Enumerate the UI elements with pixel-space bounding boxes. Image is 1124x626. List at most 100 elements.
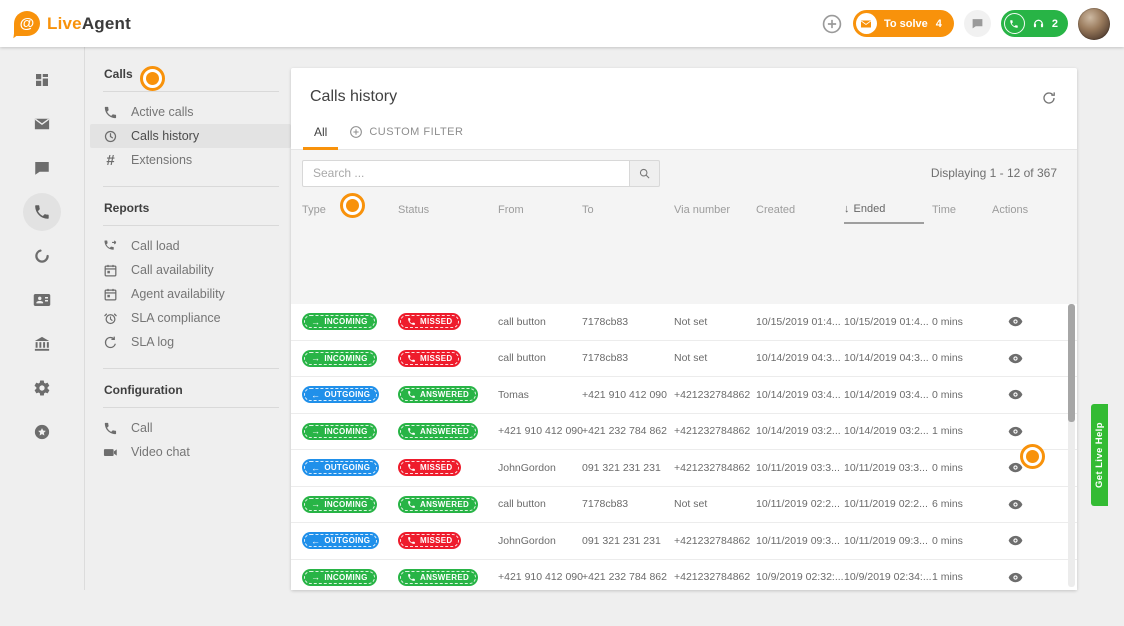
phone-icon <box>407 463 416 472</box>
view-call-button[interactable] <box>1008 570 1023 585</box>
pagination-info: Displaying 1 - 12 of 367 <box>931 166 1057 180</box>
table-header: TypeStatusFromToVia numberCreated↓EndedT… <box>291 196 1077 224</box>
cell-from: call button <box>498 352 582 364</box>
badge-incoming: →INCOMING <box>302 569 377 586</box>
cell-ended: 10/11/2019 02:2... <box>844 498 932 510</box>
sort-desc-icon: ↓ <box>844 203 850 215</box>
table-toolbar: Displaying 1 - 12 of 367 <box>291 150 1077 196</box>
menu-item-active-calls[interactable]: Active calls <box>90 100 291 124</box>
phone-icon <box>1004 13 1025 34</box>
menu-item-call-load[interactable]: Call load <box>90 234 291 258</box>
table-row[interactable]: ←OUTGOINGANSWEREDTomas+421 910 412 090+4… <box>291 377 1077 414</box>
table-row[interactable]: ←OUTGOINGMISSEDJohnGordon091 321 231 231… <box>291 450 1077 487</box>
phone-icon <box>407 536 416 545</box>
rail-mail-button[interactable] <box>23 105 61 143</box>
menu-item-extensions[interactable]: #Extensions <box>90 148 291 172</box>
rail-star-circle-button[interactable] <box>23 413 61 451</box>
view-call-button[interactable] <box>1008 351 1023 366</box>
cell-ended: 10/15/2019 01:4... <box>844 316 932 328</box>
rail-phone-button[interactable] <box>23 193 61 231</box>
dashboard-icon <box>33 71 51 89</box>
scrollbar-thumb[interactable] <box>1068 304 1075 422</box>
phone-icon <box>407 354 416 363</box>
menu-item-call[interactable]: Call <box>90 416 291 440</box>
cell-to: 091 321 231 231 <box>582 462 674 474</box>
badge-incoming: →INCOMING <box>302 350 377 367</box>
cell-from: JohnGordon <box>498 535 582 547</box>
table-row[interactable]: →INCOMINGANSWEREDcall button7178cb83Not … <box>291 487 1077 524</box>
cell-via-number: Not set <box>674 498 756 510</box>
refresh-icon <box>1041 90 1057 106</box>
gear-icon <box>33 379 51 397</box>
rail-bank-button[interactable] <box>23 325 61 363</box>
table-row[interactable]: →INCOMINGANSWERED+421 910 412 090+421 23… <box>291 414 1077 451</box>
eye-icon <box>1008 351 1023 366</box>
calls-status-button[interactable]: 2 <box>1001 10 1068 37</box>
menu-item-call-availability[interactable]: Call availability <box>90 258 291 282</box>
menu-item-calls-history[interactable]: Calls history <box>90 124 291 148</box>
column-header-time[interactable]: Time <box>932 204 992 216</box>
menu-item-sla-compliance[interactable]: SLA compliance <box>90 306 291 330</box>
to-solve-button[interactable]: To solve 4 <box>853 10 954 37</box>
column-header-created[interactable]: Created <box>756 204 844 216</box>
rail-contact-card-button[interactable] <box>23 281 61 319</box>
logo-link[interactable]: @ LiveAgent <box>14 11 131 36</box>
cell-created: 10/14/2019 03:2... <box>756 425 844 437</box>
badge-missed: MISSED <box>398 350 461 367</box>
icon-rail <box>0 47 83 626</box>
menu-item-agent-availability[interactable]: Agent availability <box>90 282 291 306</box>
phone-icon <box>407 573 416 582</box>
view-call-button[interactable] <box>1008 533 1023 548</box>
view-call-button[interactable] <box>1008 314 1023 329</box>
column-header-ended[interactable]: ↓Ended <box>844 196 924 224</box>
search-input[interactable] <box>302 160 630 187</box>
cell-via-number: Not set <box>674 316 756 328</box>
cell-time: 6 mins <box>932 498 992 510</box>
cell-created: 10/14/2019 04:3... <box>756 352 844 364</box>
rail-chat-button[interactable] <box>23 149 61 187</box>
cell-from: JohnGordon <box>498 462 582 474</box>
plus-circle-icon <box>821 13 843 35</box>
chats-button[interactable] <box>964 10 991 37</box>
column-header-via-number[interactable]: Via number <box>674 204 756 216</box>
user-avatar[interactable] <box>1078 8 1110 40</box>
cell-created: 10/14/2019 03:4... <box>756 389 844 401</box>
to-solve-label: To solve <box>884 18 928 30</box>
column-header-actions[interactable]: Actions <box>992 204 1077 216</box>
tab-custom-filter[interactable]: CUSTOM FILTER <box>338 114 474 149</box>
cell-from: Tomas <box>498 389 582 401</box>
table-scrollbar[interactable] <box>1068 304 1075 587</box>
rail-dashboard-button[interactable] <box>23 61 61 99</box>
rail-loop-button[interactable] <box>23 237 61 275</box>
search-group <box>302 160 660 187</box>
table-row[interactable]: ←OUTGOINGMISSEDJohnGordon091 321 231 231… <box>291 523 1077 560</box>
refresh-button[interactable] <box>1041 90 1057 106</box>
get-live-help-button[interactable]: Get Live Help <box>1091 404 1108 506</box>
search-button[interactable] <box>630 160 660 187</box>
cell-from: call button <box>498 316 582 328</box>
column-header-status[interactable]: Status <box>398 204 498 216</box>
rail-gear-button[interactable] <box>23 369 61 407</box>
column-header-from[interactable]: From <box>498 204 582 216</box>
badge-outgoing: ←OUTGOING <box>302 386 379 403</box>
view-call-button[interactable] <box>1008 387 1023 402</box>
menu-item-sla-log[interactable]: SLA log <box>90 330 291 354</box>
table-row[interactable]: →INCOMINGMISSEDcall button7178cb83Not se… <box>291 341 1077 378</box>
chat-icon <box>33 159 51 177</box>
menu-section-calls: Calls <box>103 61 291 91</box>
view-call-button[interactable] <box>1008 497 1023 512</box>
menu-item-video-chat[interactable]: Video chat <box>90 440 291 464</box>
add-new-button[interactable] <box>821 13 843 35</box>
cell-from: +421 910 412 090 <box>498 425 582 437</box>
cell-to: +421 232 784 862 <box>582 425 674 437</box>
table-row[interactable]: →INCOMINGMISSEDcall button7178cb83Not se… <box>291 304 1077 341</box>
loop-icon <box>33 247 51 265</box>
badge-answered: ANSWERED <box>398 569 478 586</box>
plus-circle-icon <box>349 125 363 139</box>
bank-icon <box>33 335 51 353</box>
view-call-button[interactable] <box>1008 424 1023 439</box>
table-row[interactable]: →INCOMINGANSWERED+421 910 412 090+421 23… <box>291 560 1077 591</box>
column-header-to[interactable]: To <box>582 204 674 216</box>
tab-all[interactable]: All <box>303 114 338 149</box>
badge-outgoing: ←OUTGOING <box>302 532 379 549</box>
